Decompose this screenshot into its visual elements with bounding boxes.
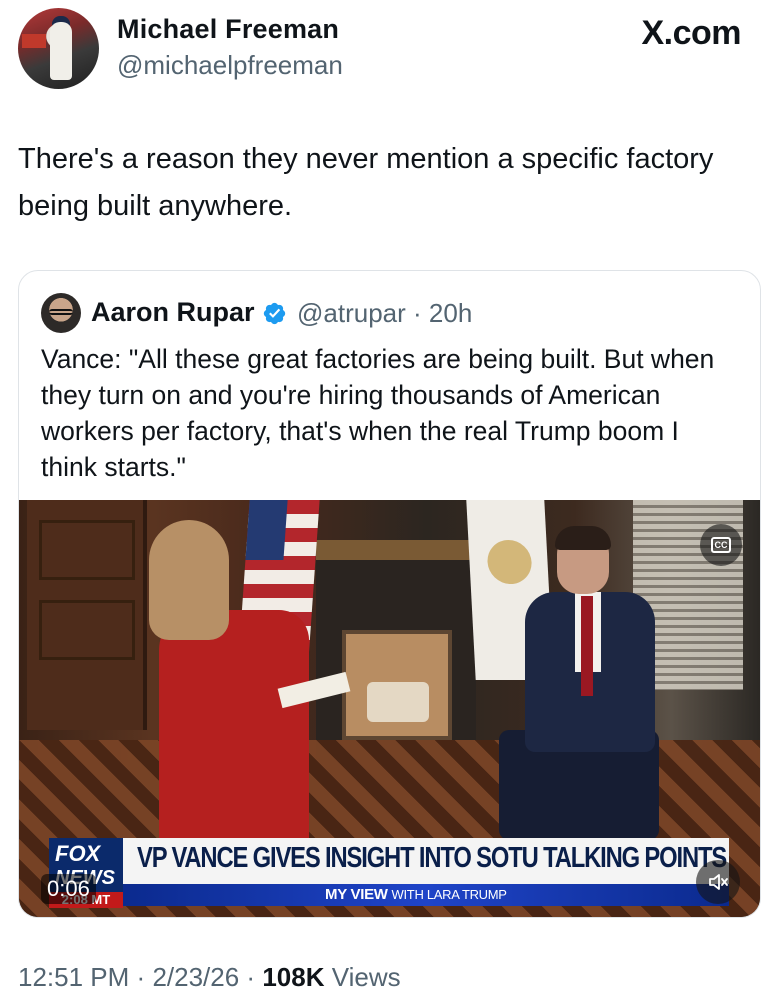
post-date[interactable]: 2/23/26 <box>152 962 239 992</box>
verified-badge-icon <box>263 302 286 325</box>
chyron-headline: VP VANCE GIVES INSIGHT INTO SOTU TALKING… <box>137 842 727 874</box>
author-avatar[interactable] <box>18 8 99 89</box>
post: Michael Freeman @michaelpfreeman X.com T… <box>0 0 779 1000</box>
door-panel <box>39 520 135 580</box>
quoted-age[interactable]: 20h <box>429 298 472 328</box>
author-handle[interactable]: @michaelpfreeman <box>117 50 343 81</box>
quoted-author-avatar[interactable] <box>41 293 81 333</box>
avatar-sign <box>22 34 46 48</box>
host-figure <box>139 520 359 880</box>
x-com-logo: X.com <box>641 14 741 52</box>
captions-button[interactable]: CC <box>700 524 742 566</box>
tweet-text: There's a reason they never mention a sp… <box>18 143 714 222</box>
meta-separator: · <box>246 962 256 992</box>
post-meta: 12:51 PM · 2/23/26 · 108K Views <box>18 962 401 993</box>
quoted-author-name[interactable]: Aaron Rupar <box>91 297 255 328</box>
speaker-muted-icon <box>709 874 728 890</box>
views-label: Views <box>331 962 401 992</box>
quoted-author-handle[interactable]: @atrupar <box>297 298 406 328</box>
show-host: WITH LARA TRUMP <box>391 887 507 902</box>
video-elapsed-time: 0:06 <box>41 874 96 904</box>
meta-separator: · <box>136 962 146 992</box>
guest-figure <box>479 526 679 860</box>
views-count: 108K <box>262 962 325 992</box>
quoted-meta: @atrupar · 20h <box>297 298 472 329</box>
avatar-figure <box>50 22 72 80</box>
host-hair <box>149 520 229 640</box>
door-panel <box>39 600 135 660</box>
author-name[interactable]: Michael Freeman <box>117 14 339 45</box>
guest-hair <box>555 526 611 550</box>
quoted-text: Vance: "All these great factories are be… <box>41 344 715 482</box>
fox-logo-text: FOX <box>55 841 101 866</box>
mute-button[interactable] <box>696 860 740 904</box>
show-name: MY VIEW WITH LARA TRUMP <box>325 886 507 903</box>
show-title: MY VIEW <box>325 886 388 903</box>
video-logs <box>367 682 429 722</box>
quoted-tweet-card[interactable]: Aaron Rupar @atrupar · 20h Vance: "All t… <box>18 270 761 918</box>
captions-icon: CC <box>711 537 731 553</box>
avatar-glasses <box>49 309 73 315</box>
guest-tie <box>581 596 593 696</box>
post-time[interactable]: 12:51 PM <box>18 962 129 992</box>
video-door <box>27 500 147 730</box>
meta-separator: · <box>413 298 422 328</box>
video-player[interactable]: CC VP VANCE GIVES INSIGHT INTO SOTU TALK… <box>19 500 760 917</box>
